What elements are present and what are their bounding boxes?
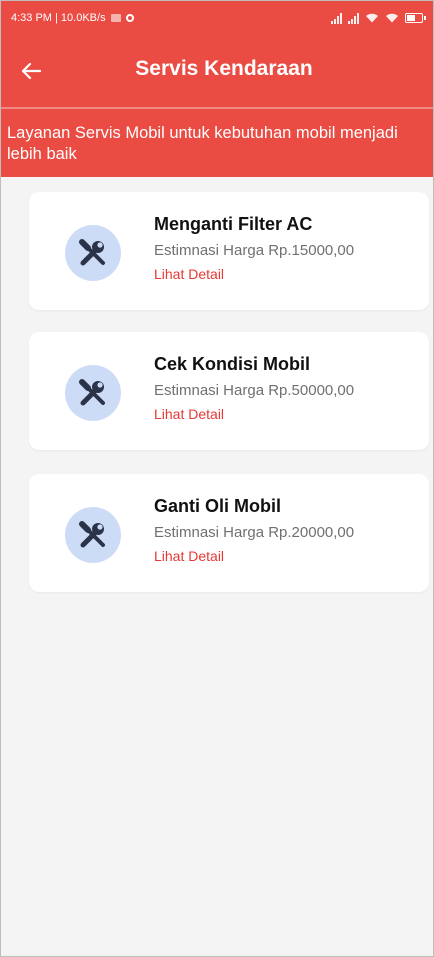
tools-icon	[65, 365, 121, 421]
tools-icon	[65, 225, 121, 281]
sync-icon	[125, 14, 134, 22]
service-card[interactable]: Menganti Filter AC Estimnasi Harga Rp.15…	[29, 192, 429, 310]
detail-link[interactable]: Lihat Detail	[154, 406, 224, 422]
service-title: Menganti Filter AC	[154, 214, 313, 234]
service-title: Cek Kondisi Mobil	[154, 354, 311, 374]
service-title: Ganti Oli Mobil	[154, 496, 281, 516]
signal-icon	[331, 12, 342, 24]
status-bar: 4:33 PM | 10.0KB/s	[1, 1, 433, 35]
detail-link[interactable]: Lihat Detail	[154, 548, 224, 564]
tools-icon	[65, 507, 121, 563]
status-left: 4:33 PM | 10.0KB/s	[11, 12, 134, 24]
battery-fill	[407, 15, 415, 21]
banner-text: Layanan Servis Mobil untuk kebutuhan mob…	[7, 124, 398, 163]
wifi-icon	[366, 13, 378, 23]
service-price: Estimnasi Harga Rp.15000,00	[154, 242, 355, 259]
screen: 4:33 PM | 10.0KB/s Servis Kendaraan Laya…	[0, 0, 434, 957]
app-bar: Servis Kendaraan	[1, 35, 433, 107]
info-banner: Layanan Servis Mobil untuk kebutuhan mob…	[1, 109, 433, 177]
battery-icon	[405, 13, 426, 23]
wifi-icon-2	[386, 13, 398, 23]
service-card[interactable]: Cek Kondisi Mobil Estimnasi Harga Rp.500…	[29, 332, 429, 450]
detail-link[interactable]: Lihat Detail	[154, 266, 224, 282]
service-card[interactable]: Ganti Oli Mobil Estimnasi Harga Rp.20000…	[29, 474, 429, 592]
service-price: Estimnasi Harga Rp.50000,00	[154, 382, 355, 399]
notification-icon	[110, 14, 121, 22]
service-price: Estimnasi Harga Rp.20000,00	[154, 524, 355, 541]
status-time-speed: 4:33 PM | 10.0KB/s	[11, 12, 106, 24]
status-right	[331, 12, 426, 24]
signal-icon-2	[348, 12, 359, 24]
page-title: Servis Kendaraan	[135, 57, 313, 80]
